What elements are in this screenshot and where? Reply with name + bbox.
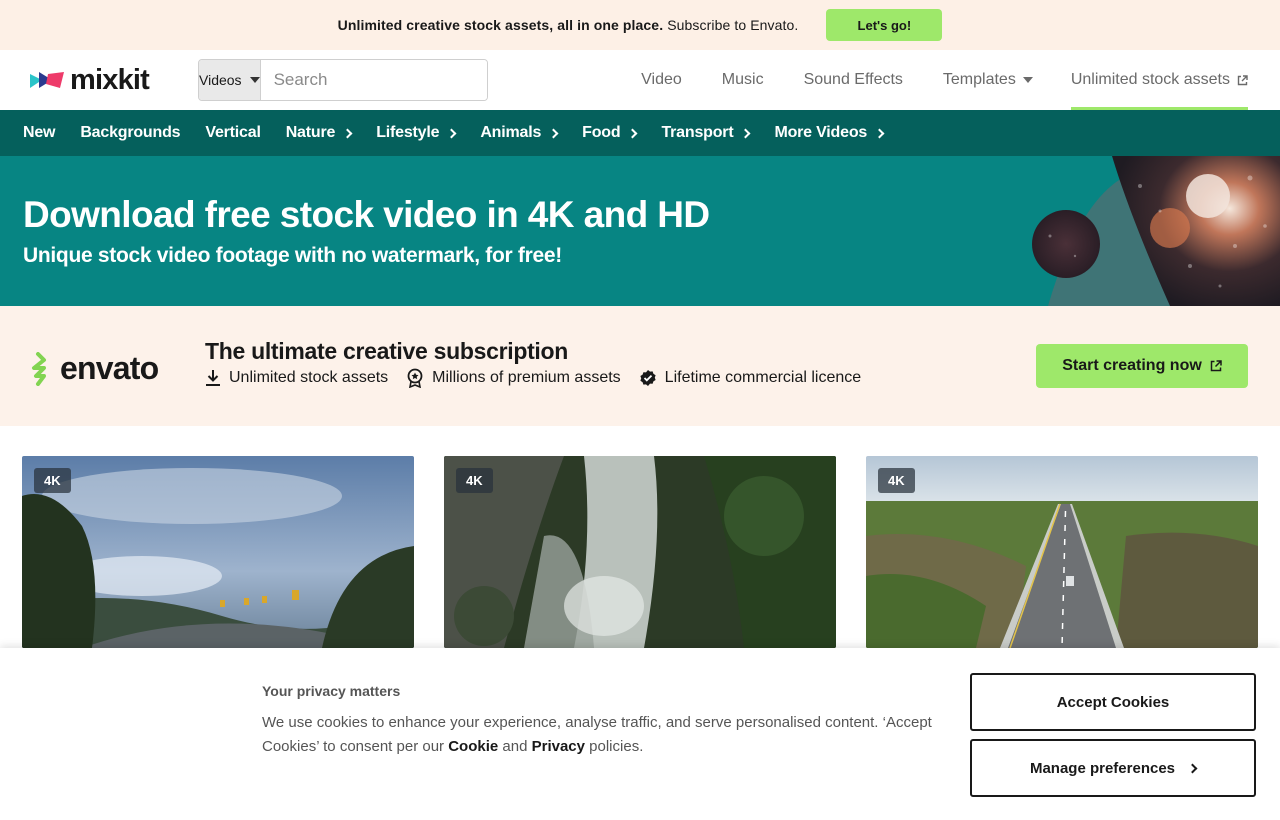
video-thumbnail	[444, 456, 836, 648]
caret-down-icon	[249, 77, 260, 83]
feature-label: Millions of premium assets	[432, 369, 621, 386]
chevron-right-icon	[446, 128, 457, 139]
start-creating-button[interactable]: Start creating now	[1036, 344, 1248, 388]
promo-sub-text: Subscribe to Envato.	[667, 17, 799, 33]
hero-subtitle: Unique stock video footage with no water…	[23, 244, 562, 267]
category-transport[interactable]: Transport	[661, 124, 751, 142]
external-link-icon	[1237, 74, 1248, 85]
mixkit-logo[interactable]: mixkit	[30, 63, 150, 96]
envato-features: Unlimited stock assets Millions of premi…	[205, 368, 861, 388]
category-animals[interactable]: Animals	[480, 124, 559, 142]
category-label: Lifestyle	[376, 124, 440, 141]
nav-video-label: Video	[641, 71, 682, 88]
cookie-title: Your privacy matters	[262, 683, 401, 699]
cookie-text: policies.	[585, 738, 644, 755]
nav-templates[interactable]: Templates	[923, 50, 1053, 110]
search-type-select[interactable]: Videos	[199, 60, 261, 100]
category-backgrounds[interactable]: Backgrounds	[80, 124, 180, 142]
verified-badge-icon	[640, 370, 656, 386]
cookie-text: and	[498, 738, 532, 755]
envato-leaf-icon	[32, 351, 46, 386]
nav-video[interactable]: Video	[621, 50, 702, 110]
category-label: Nature	[285, 124, 336, 141]
video-card[interactable]: 4K	[22, 456, 414, 648]
site-header: mixkit Videos Video Music Sound Effects …	[0, 50, 1280, 110]
resolution-badge: 4K	[456, 468, 493, 493]
video-grid: 4K 4K 4K	[22, 456, 1258, 648]
cookie-banner: Your privacy matters We use cookies to e…	[0, 648, 1280, 820]
start-creating-label: Start creating now	[1062, 357, 1202, 374]
category-nav: New Backgrounds Vertical Nature Lifestyl…	[0, 110, 1280, 156]
feature-licence: Lifetime commercial licence	[639, 368, 862, 388]
category-label: More Videos	[774, 124, 868, 141]
category-new[interactable]: New	[23, 124, 56, 142]
envato-logo[interactable]: envato	[30, 350, 159, 387]
nav-sound-effects-label: Sound Effects	[803, 71, 903, 88]
cookie-body: We use cookies to enhance your experienc…	[262, 711, 942, 759]
video-card[interactable]: 4K	[444, 456, 836, 648]
chevron-right-icon	[628, 128, 638, 139]
external-link-icon	[1210, 360, 1222, 372]
nav-music-label: Music	[721, 71, 764, 88]
search-bar: Videos	[198, 59, 488, 101]
cookie-policy-link[interactable]: Cookie	[448, 738, 498, 755]
accept-cookies-label: Accept Cookies	[1056, 693, 1170, 711]
privacy-policy-link[interactable]: Privacy	[532, 738, 585, 755]
envato-title: The ultimate creative subscription	[205, 338, 569, 364]
nav-music[interactable]: Music	[702, 50, 784, 110]
nav-unlimited-stock-assets[interactable]: Unlimited stock assets	[1070, 50, 1248, 110]
category-label: Food	[582, 124, 621, 141]
search-type-label: Videos	[199, 72, 242, 88]
video-card[interactable]: 4K	[866, 456, 1258, 648]
mixkit-logo-icon	[30, 72, 64, 88]
promo-bar: Unlimited creative stock assets, all in …	[0, 0, 1280, 50]
category-label: New	[23, 124, 56, 141]
top-nav: Video Music Sound Effects Templates Unli…	[621, 50, 1248, 110]
lets-go-button[interactable]: Let's go!	[826, 9, 943, 41]
caret-down-icon	[1022, 77, 1033, 83]
envato-promo: envato The ultimate creative subscriptio…	[0, 306, 1280, 426]
manage-preferences-label: Manage preferences	[1029, 759, 1176, 777]
chevron-right-icon	[548, 128, 559, 139]
promo-bold-text: Unlimited creative stock assets, all in …	[337, 17, 664, 33]
category-label: Transport	[661, 124, 734, 141]
manage-preferences-button[interactable]: Manage preferences	[970, 739, 1256, 797]
chevron-right-icon	[342, 128, 353, 139]
video-thumbnail	[866, 456, 1258, 648]
video-thumbnail	[22, 456, 414, 648]
envato-logo-text: envato	[60, 350, 159, 386]
category-more-videos[interactable]: More Videos	[774, 124, 885, 142]
hero-banner: Download free stock video in 4K and HD U…	[0, 156, 1280, 306]
category-label: Vertical	[205, 124, 261, 141]
promo-text: Unlimited creative stock assets, all in …	[338, 17, 799, 33]
chevron-right-icon	[874, 128, 885, 139]
category-nature[interactable]: Nature	[285, 124, 353, 142]
hero-title: Download free stock video in 4K and HD	[23, 194, 710, 235]
download-icon	[206, 370, 220, 386]
nav-sound-effects[interactable]: Sound Effects	[784, 50, 923, 110]
feature-unlimited: Unlimited stock assets	[205, 368, 388, 388]
feature-label: Unlimited stock assets	[229, 369, 389, 386]
category-food[interactable]: Food	[582, 124, 638, 142]
chevron-right-icon	[741, 128, 751, 139]
feature-label: Lifetime commercial licence	[664, 369, 862, 386]
mixkit-logo-text: mixkit	[70, 63, 150, 96]
category-lifestyle[interactable]: Lifestyle	[376, 124, 457, 142]
category-label: Backgrounds	[80, 124, 181, 141]
award-icon	[407, 368, 423, 388]
category-vertical[interactable]: Vertical	[205, 124, 261, 142]
resolution-badge: 4K	[878, 468, 915, 493]
search-input[interactable]	[260, 60, 487, 100]
resolution-badge: 4K	[34, 468, 71, 493]
nav-templates-label: Templates	[942, 71, 1016, 88]
chevron-right-icon	[1187, 763, 1198, 773]
accept-cookies-button[interactable]: Accept Cookies	[970, 673, 1256, 731]
nav-unlimited-label: Unlimited stock assets	[1070, 71, 1230, 88]
hero-decorative-image	[1032, 156, 1280, 306]
category-label: Animals	[480, 124, 542, 141]
feature-premium: Millions of premium assets	[406, 368, 621, 388]
